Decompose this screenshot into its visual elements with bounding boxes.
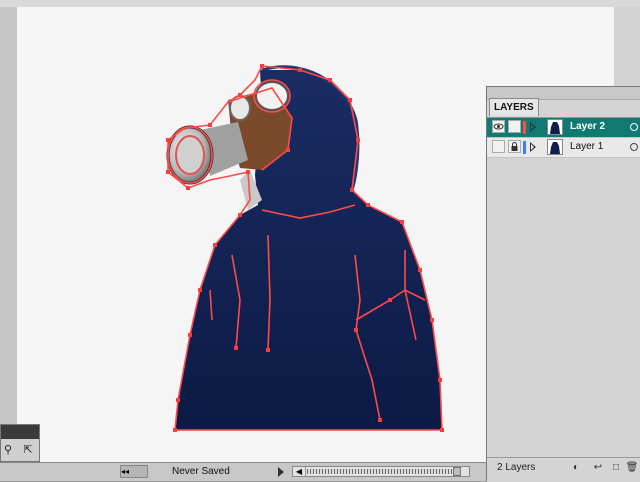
layers-panel: LAYERS Layer 2 Layer 1 2 Layers ◐ ↩ □ 🗑 <box>486 86 640 482</box>
document-status: Never Saved <box>172 466 230 477</box>
target-icon[interactable] <box>630 143 638 151</box>
layer-thumbnail <box>547 119 563 135</box>
eye-icon <box>493 123 504 130</box>
illustrator-window: LAYERS Layer 2 Layer 1 2 Layers ◐ ↩ □ 🗑 … <box>0 0 640 482</box>
status-bar: ◂◂ Never Saved ◀ <box>0 462 486 481</box>
make-clipping-mask-icon[interactable]: ◐ <box>569 461 583 475</box>
target-icon[interactable] <box>630 123 638 131</box>
panel-collapse-button[interactable]: ◂◂ <box>120 465 148 478</box>
hoodie-figure[interactable] <box>166 65 442 430</box>
layer-name[interactable]: Layer 2 <box>570 121 605 132</box>
lock-icon <box>511 142 518 151</box>
tools-panel: ⚲ ⇱ <box>0 424 40 462</box>
lock-toggle[interactable] <box>508 140 521 153</box>
layer-count: 2 Layers <box>497 462 536 473</box>
layer-thumbnail <box>547 139 563 155</box>
new-layer-icon[interactable]: □ <box>609 461 623 475</box>
delete-layer-icon[interactable]: 🗑 <box>625 461 639 475</box>
layer-row-layer-2[interactable]: Layer 2 <box>487 118 640 138</box>
scroll-track[interactable] <box>307 469 457 474</box>
status-menu-arrow-icon[interactable] <box>278 467 284 477</box>
layer-row-layer-1[interactable]: Layer 1 <box>487 138 640 158</box>
expand-arrow-icon[interactable] <box>530 122 536 132</box>
layer-color-indicator <box>523 121 526 134</box>
tools-panel-header[interactable] <box>1 425 39 439</box>
scroll-left-icon[interactable]: ◀ <box>293 467 306 476</box>
hoodie-body <box>175 70 442 430</box>
lock-toggle[interactable] <box>508 120 521 133</box>
direct-select-icon[interactable]: ⇱ <box>21 443 35 457</box>
visibility-toggle[interactable] <box>492 120 505 133</box>
zoom-tool-icon[interactable]: ⚲ <box>1 443 15 457</box>
layers-list: Layer 2 Layer 1 <box>487 117 640 158</box>
layer-name[interactable]: Layer 1 <box>570 141 603 152</box>
layer-color-indicator <box>523 141 526 154</box>
create-sublayer-icon[interactable]: ↩ <box>591 461 605 475</box>
scroll-thumb[interactable] <box>453 467 461 476</box>
visibility-toggle[interactable] <box>492 140 505 153</box>
tab-layers[interactable]: LAYERS <box>489 98 539 116</box>
layers-panel-footer: 2 Layers ◐ ↩ □ 🗑 <box>487 457 640 482</box>
expand-arrow-icon[interactable] <box>530 142 536 152</box>
horizontal-scrollbar[interactable]: ◀ <box>292 466 470 477</box>
